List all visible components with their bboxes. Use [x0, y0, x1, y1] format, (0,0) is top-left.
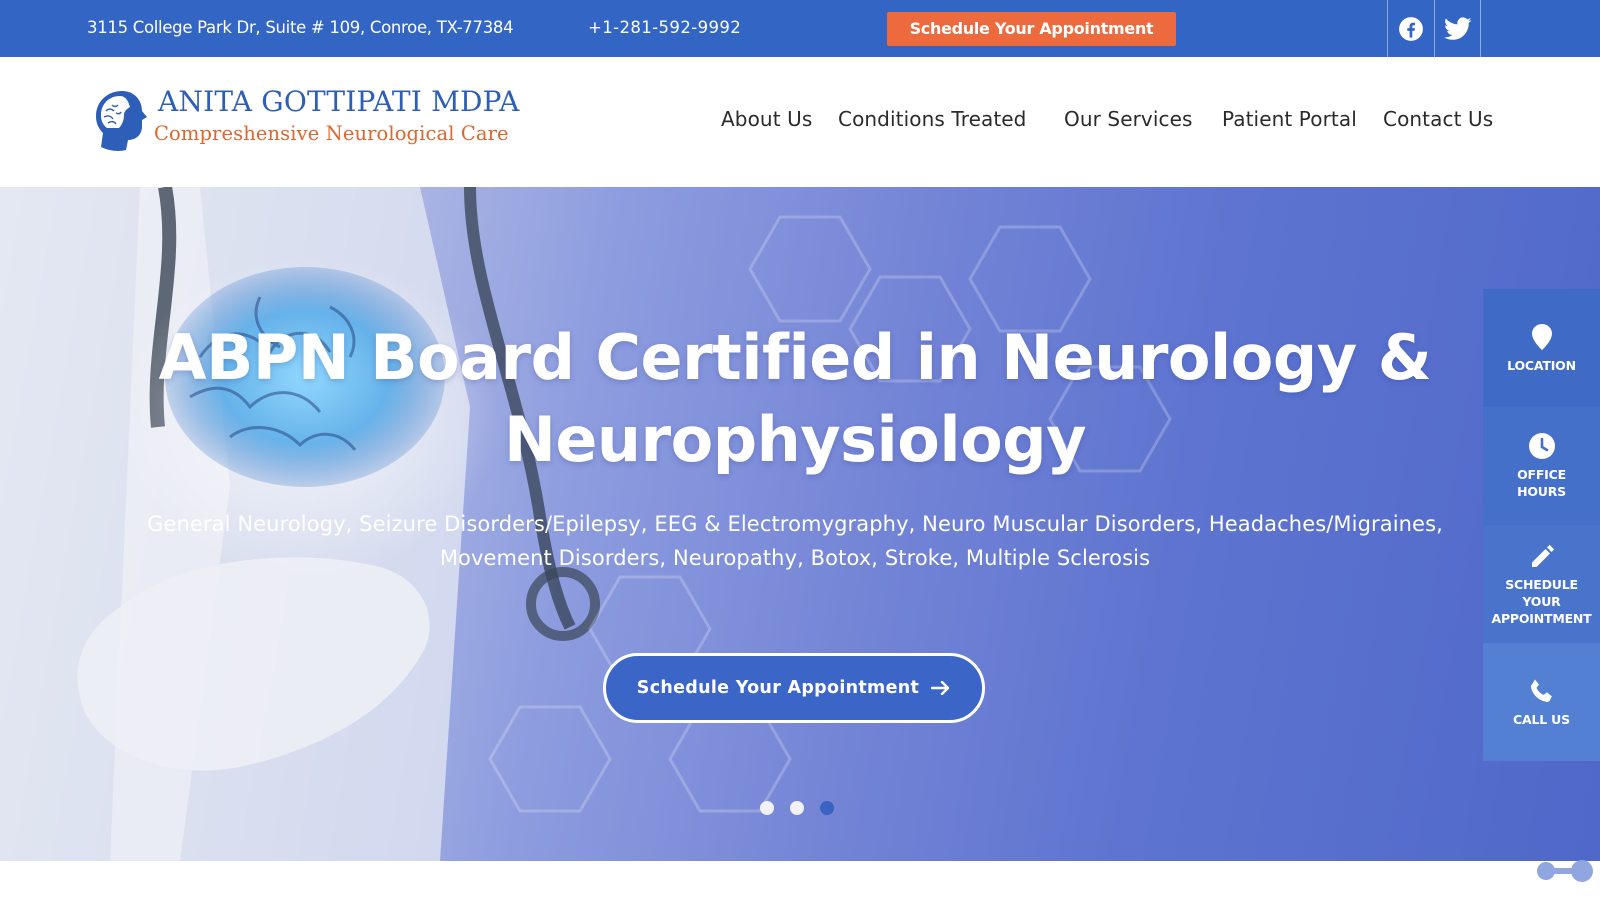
schedule-appointment-top-button[interactable]: Schedule Your Appointment — [887, 12, 1176, 46]
hero-banner: ABPN Board Certified in Neurology & Neur… — [0, 187, 1600, 861]
nav-patient-portal[interactable]: Patient Portal — [1222, 107, 1357, 131]
twitter-icon — [1443, 16, 1472, 40]
hero-title-line-1: ABPN Board Certified in Neurology & — [158, 321, 1432, 394]
sidebar-location-label: LOCATION — [1507, 357, 1576, 373]
nav-conditions-treated[interactable]: Conditions Treated — [838, 107, 1026, 131]
scroll-to-top-icon[interactable] — [1536, 858, 1596, 884]
sidebar-office-label-1: OFFICE — [1517, 467, 1566, 482]
slider-dots — [760, 801, 834, 815]
slider-dot-1[interactable] — [760, 801, 774, 815]
sidebar-office-label-2: HOURS — [1517, 484, 1566, 499]
schedule-appointment-hero-button[interactable]: Schedule Your Appointment — [603, 653, 985, 723]
sidebar-schedule-label-2: YOUR — [1522, 593, 1561, 609]
quick-links-sidebar: LOCATION OFFICE HOURS SCHEDULE YOUR APPO… — [1483, 289, 1600, 761]
hero-subtitle: General Neurology, Seizure Disorders/Epi… — [100, 507, 1490, 575]
hero-subtitle-line-1: General Neurology, Seizure Disorders/Epi… — [147, 512, 1443, 536]
arrow-right-icon — [931, 681, 950, 695]
phone-icon — [1530, 679, 1552, 702]
hero-title: ABPN Board Certified in Neurology & Neur… — [0, 317, 1590, 481]
nav-about-us[interactable]: About Us — [721, 107, 812, 131]
twitter-link[interactable] — [1434, 0, 1481, 57]
address-text: 3115 College Park Dr, Suite # 109, Conro… — [87, 18, 514, 37]
facebook-link[interactable] — [1387, 0, 1434, 57]
brain-head-logo-icon[interactable] — [92, 87, 148, 155]
sidebar-item-office-hours[interactable]: OFFICE HOURS — [1483, 407, 1600, 525]
facebook-icon — [1399, 16, 1423, 41]
logo-subtitle: Compreshensive Neurological Care — [154, 122, 509, 145]
sidebar-schedule-label-3: APPOINTMENT — [1491, 610, 1592, 626]
hero-title-line-2: Neurophysiology — [503, 403, 1087, 476]
sidebar-call-label: CALL US — [1513, 711, 1570, 727]
phone-link[interactable]: +1-281-592-9992 — [588, 18, 741, 37]
sidebar-item-location[interactable]: LOCATION — [1483, 289, 1600, 407]
location-pin-icon — [1531, 323, 1552, 350]
sidebar-item-call-us[interactable]: CALL US — [1483, 643, 1600, 761]
site-header: ANITA GOTTIPATI MDPA Compreshensive Neur… — [0, 57, 1600, 187]
top-bar: 3115 College Park Dr, Suite # 109, Conro… — [0, 0, 1600, 57]
pencil-icon — [1531, 544, 1554, 567]
sidebar-schedule-label-1: SCHEDULE — [1505, 576, 1578, 592]
clock-icon — [1528, 433, 1555, 459]
nav-contact-us[interactable]: Contact Us — [1383, 107, 1493, 131]
hero-subtitle-line-2: Movement Disorders, Neuropathy, Botox, S… — [439, 546, 1151, 570]
slider-dot-3[interactable] — [820, 801, 834, 815]
hero-button-label: Schedule Your Appointment — [636, 678, 920, 698]
logo-title[interactable]: ANITA GOTTIPATI MDPA — [158, 85, 520, 118]
nav-our-services[interactable]: Our Services — [1064, 107, 1193, 131]
slider-dot-2[interactable] — [790, 801, 804, 815]
sidebar-item-schedule-appointment[interactable]: SCHEDULE YOUR APPOINTMENT — [1483, 525, 1600, 643]
